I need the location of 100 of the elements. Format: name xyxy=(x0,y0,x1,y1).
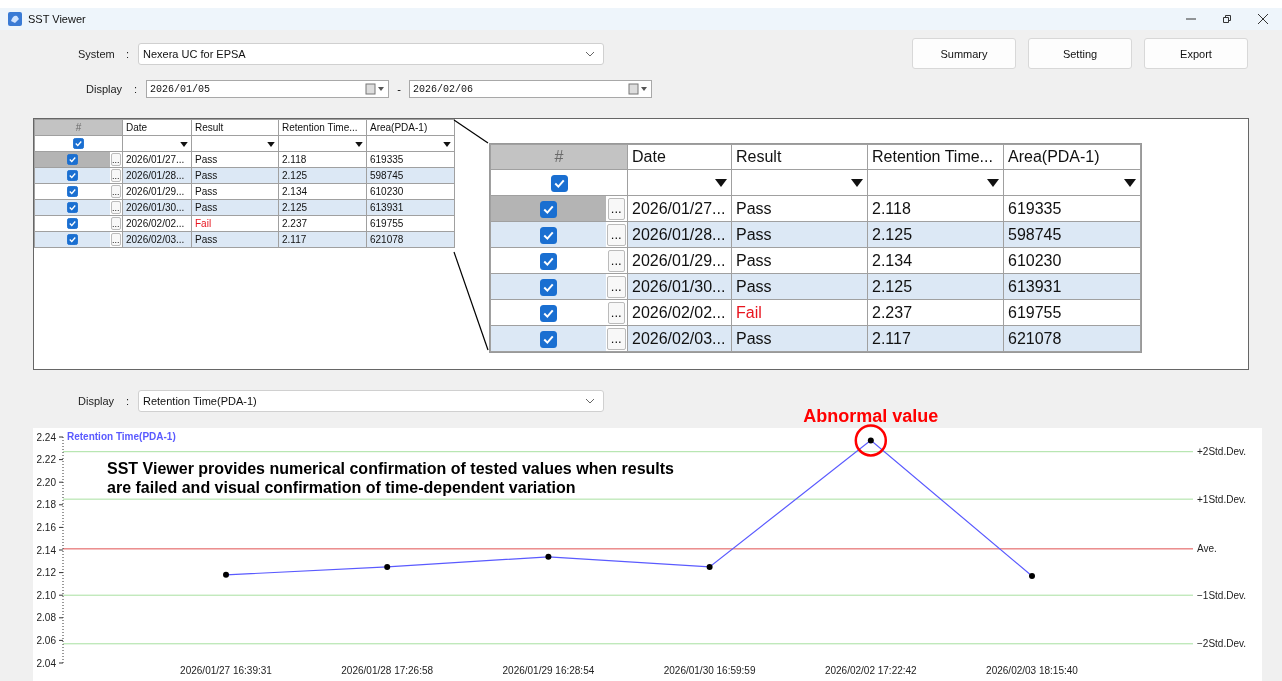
table-cell: 2026/01/29... xyxy=(627,247,732,274)
separator: : xyxy=(126,395,131,407)
calendar-icon[interactable] xyxy=(365,83,385,95)
checkbox[interactable] xyxy=(539,226,557,244)
toolbar-button[interactable]: Summary xyxy=(912,38,1016,69)
details-button[interactable]: ... xyxy=(607,197,625,220)
checkbox[interactable] xyxy=(539,304,557,322)
filter-icon[interactable] xyxy=(715,179,727,188)
data-point xyxy=(706,563,713,570)
dropdown[interactable]: Retention Time(PDA-1) xyxy=(138,390,604,412)
system-label: System xyxy=(78,47,116,60)
table-cell: 2.134 xyxy=(867,247,1004,274)
row-header[interactable] xyxy=(34,215,110,232)
details-button[interactable]: ... xyxy=(110,169,121,182)
checkbox[interactable] xyxy=(550,174,568,192)
tick-label: 2026/01/28 17:26:58 xyxy=(341,665,434,676)
caption: SST Viewer provides numerical confirmation of tested values when results are failed and visual confirmation of time-dependent variation xyxy=(107,459,675,497)
table-cell: 613931 xyxy=(1003,273,1141,300)
table-cell: 598745 xyxy=(1003,221,1141,248)
calendar-icon[interactable] xyxy=(628,83,648,95)
table-cell: 610230 xyxy=(1003,247,1141,274)
details-button[interactable]: ... xyxy=(607,249,625,272)
details-button[interactable]: ... xyxy=(606,223,626,246)
table-cell: Pass xyxy=(191,183,279,200)
table-cell: Fail xyxy=(731,299,868,326)
row-header[interactable] xyxy=(490,325,606,352)
table-cell: 2.118 xyxy=(867,195,1004,222)
column-header: Result xyxy=(191,119,279,136)
details-button[interactable]: ... xyxy=(110,153,121,166)
tick-label: 2.06 xyxy=(36,634,56,646)
table-cell: 2026/01/27... xyxy=(627,195,732,222)
checkbox[interactable] xyxy=(66,218,78,230)
table-cell: 621078 xyxy=(1003,325,1141,352)
filter-icon[interactable] xyxy=(180,141,188,147)
date-field[interactable]: 2026/02/06 xyxy=(409,80,652,98)
details-button[interactable]: ... xyxy=(110,185,121,198)
row-header[interactable] xyxy=(34,183,110,200)
checkbox[interactable] xyxy=(66,186,78,198)
checkbox[interactable] xyxy=(539,278,557,296)
details-button[interactable]: ... xyxy=(606,275,626,298)
checkbox[interactable] xyxy=(66,202,78,214)
checkbox[interactable] xyxy=(66,234,78,246)
details-button[interactable]: ... xyxy=(110,217,121,230)
table-cell: Pass xyxy=(731,247,868,274)
filter-cell[interactable] xyxy=(867,169,1004,196)
checkbox[interactable] xyxy=(539,200,557,218)
table-cell: 2026/01/29... xyxy=(122,183,192,200)
tick-label: 2.16 xyxy=(36,521,56,533)
filter-icon[interactable] xyxy=(443,141,451,147)
restore-icon[interactable] xyxy=(1222,14,1232,24)
row-header[interactable] xyxy=(490,273,606,300)
table-cell: 619755 xyxy=(1003,299,1141,326)
display-label: Display xyxy=(78,395,116,407)
row-header[interactable] xyxy=(490,247,606,274)
table-cell: 2.117 xyxy=(867,325,1004,352)
filter-cell[interactable] xyxy=(278,135,367,152)
filter-cell[interactable] xyxy=(366,135,455,152)
details-button[interactable]: ... xyxy=(607,301,625,324)
data-point xyxy=(545,553,552,560)
table-cell: 610230 xyxy=(366,183,455,200)
filter-icon[interactable] xyxy=(987,179,999,188)
filter-icon[interactable] xyxy=(355,141,363,147)
filter-cell[interactable] xyxy=(731,169,868,196)
filter-cell[interactable] xyxy=(191,135,279,152)
row-header[interactable] xyxy=(490,299,606,326)
details-button[interactable]: ... xyxy=(110,201,121,214)
filter-cell[interactable] xyxy=(627,169,732,196)
table-cell: 2026/01/30... xyxy=(627,273,732,300)
tick-label: 2026/01/29 16:28:54 xyxy=(502,665,595,676)
filter-cell[interactable] xyxy=(1003,169,1141,196)
tick-label: 2026/01/27 16:39:31 xyxy=(180,665,272,676)
row-header[interactable] xyxy=(490,221,606,248)
details-button[interactable]: ... xyxy=(110,233,121,246)
details-button[interactable]: ... xyxy=(606,327,626,350)
range-dash: - xyxy=(396,83,402,95)
dropdown[interactable]: Nexera UC for EPSA xyxy=(138,42,604,65)
table-cell: 2026/01/27... xyxy=(122,151,192,168)
table-cell: 2.237 xyxy=(867,299,1004,326)
tick-label: 2026/02/03 18:15:40 xyxy=(986,665,1078,676)
column-header: Result xyxy=(731,144,868,170)
checkbox[interactable] xyxy=(539,330,557,348)
checkbox[interactable] xyxy=(73,138,84,150)
tick-label: 2.08 xyxy=(36,612,56,624)
checkbox[interactable] xyxy=(539,252,557,270)
column-header: # xyxy=(34,119,123,136)
filter-icon[interactable] xyxy=(851,179,863,188)
date-field[interactable]: 2026/01/05 xyxy=(146,80,389,98)
filter-icon[interactable] xyxy=(1124,179,1136,188)
toolbar-button[interactable]: Setting xyxy=(1028,38,1132,69)
tick-label: 2.10 xyxy=(36,589,56,601)
filter-icon[interactable] xyxy=(267,141,275,147)
table-cell: 2026/01/28... xyxy=(627,221,732,248)
leader-line xyxy=(453,119,489,144)
close-icon[interactable] xyxy=(1258,14,1268,24)
column-header: Area(PDA-1) xyxy=(366,119,455,136)
filter-cell[interactable] xyxy=(122,135,192,152)
toolbar-button[interactable]: Export xyxy=(1144,38,1248,69)
table-cell: 2026/02/02... xyxy=(627,299,732,326)
checkbox[interactable] xyxy=(66,170,78,182)
checkbox[interactable] xyxy=(66,154,78,166)
